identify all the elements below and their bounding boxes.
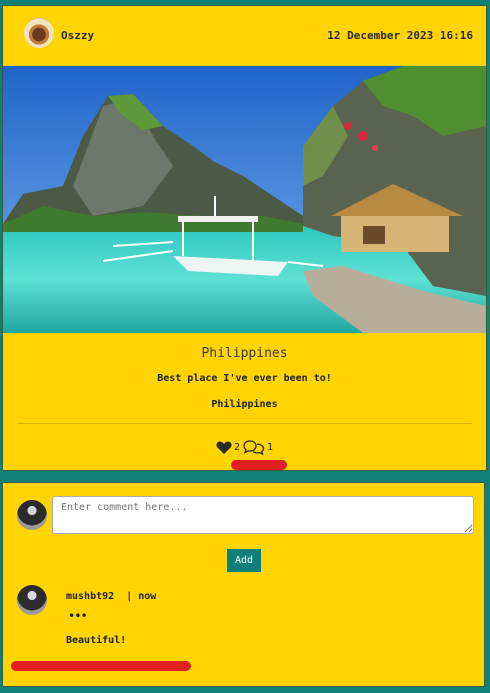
post-timestamp: 12 December 2023 16:16 bbox=[327, 29, 473, 42]
comments-card: Add mushbt92 | now ••• Beautiful! bbox=[2, 482, 485, 687]
comment-avatar[interactable] bbox=[17, 585, 47, 615]
post-photo[interactable] bbox=[3, 66, 486, 333]
comment-icon[interactable] bbox=[243, 439, 265, 455]
comment-input[interactable] bbox=[52, 496, 474, 534]
post-username[interactable]: Oszzy bbox=[61, 29, 94, 42]
more-icon[interactable]: ••• bbox=[68, 609, 88, 623]
post-description: Best place I've ever been to! bbox=[157, 373, 332, 384]
post-actions: 2 1 bbox=[216, 439, 276, 455]
annotation-mark-likes bbox=[231, 460, 287, 470]
photo-illustration bbox=[3, 66, 486, 333]
comment-meta: mushbt92 | now bbox=[66, 591, 157, 602]
annotation-mark-comment bbox=[11, 661, 191, 671]
heart-icon[interactable] bbox=[216, 440, 232, 455]
post-card: Oszzy 12 December 2023 16:16 Philippines… bbox=[2, 5, 487, 471]
comment-text: Beautiful! bbox=[66, 635, 127, 646]
avatar[interactable] bbox=[24, 18, 54, 48]
post-header: Oszzy 12 December 2023 16:16 bbox=[3, 6, 486, 66]
comment-count: 1 bbox=[267, 441, 274, 453]
post-location: Philippines bbox=[211, 399, 278, 410]
current-user-avatar bbox=[17, 500, 47, 530]
post-title: Philippines bbox=[201, 346, 288, 361]
like-count: 2 bbox=[234, 441, 241, 453]
add-comment-button[interactable]: Add bbox=[227, 549, 261, 572]
divider bbox=[17, 423, 472, 424]
